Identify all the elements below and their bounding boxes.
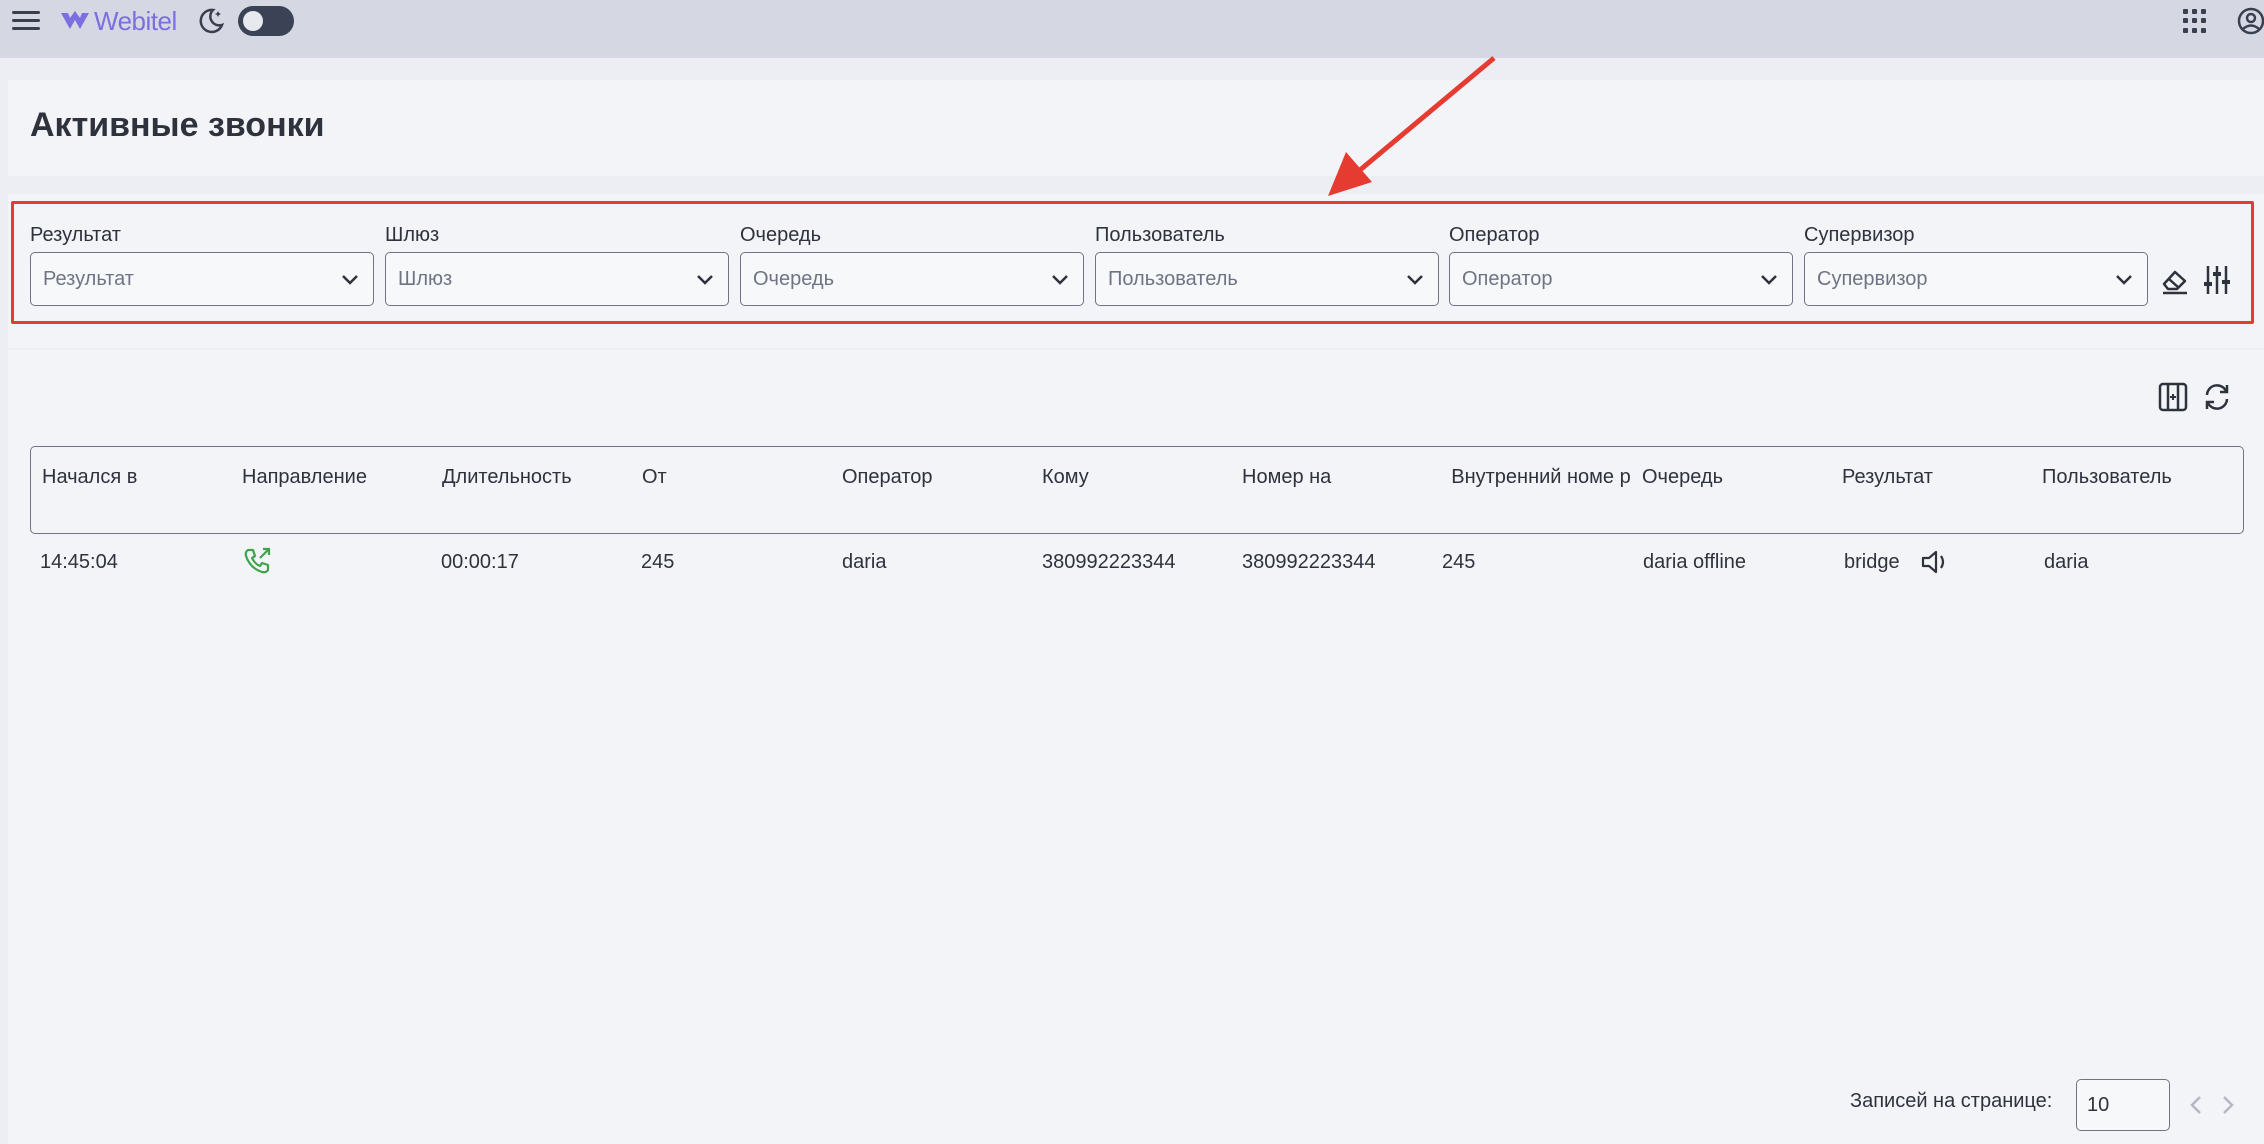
top-bar: Webitel: [0, 0, 2264, 58]
brand-name: Webitel: [94, 5, 177, 36]
cell-operator: daria: [842, 550, 887, 573]
page-size-label: Записей на странице:: [1850, 1090, 2053, 1112]
column-header-extension[interactable]: Внутренний номе р: [1447, 461, 1635, 493]
column-header-user[interactable]: Пользователь: [2042, 461, 2172, 493]
eraser-icon[interactable]: [2160, 266, 2190, 296]
account-icon[interactable]: [2236, 6, 2264, 36]
chevron-down-icon: [342, 275, 358, 285]
column-header-number-on[interactable]: Номер на: [1242, 461, 1331, 493]
column-header-direction[interactable]: Направление: [242, 461, 367, 493]
phone-outbound-icon: [244, 547, 271, 574]
operator-select[interactable]: Оператор: [1449, 252, 1793, 306]
queue-select[interactable]: Очередь: [740, 252, 1084, 306]
select-placeholder: Оператор: [1462, 267, 1553, 290]
select-placeholder: Супервизор: [1817, 267, 1928, 290]
column-header-queue[interactable]: Очередь: [1642, 461, 1723, 493]
column-header-operator[interactable]: Оператор: [842, 461, 933, 493]
cell-duration: 00:00:17: [441, 550, 519, 573]
select-placeholder: Очередь: [753, 267, 834, 290]
column-header-duration[interactable]: Длительность: [442, 461, 572, 493]
chevron-right-icon[interactable]: [2218, 1093, 2238, 1117]
cell-queue: daria offline: [1643, 550, 1747, 573]
moon-icon[interactable]: [196, 6, 226, 36]
filter-label: Очередь: [740, 224, 821, 246]
speaker-icon[interactable]: [1920, 548, 1950, 576]
gateway-select[interactable]: Шлюз: [385, 252, 729, 306]
filter-operator: Оператор Оператор: [1449, 222, 1793, 306]
filter-queue: Очередь Очередь: [740, 222, 1084, 306]
chevron-down-icon: [1407, 275, 1423, 285]
cell-started: 14:45:04: [40, 550, 118, 573]
select-placeholder: Результат: [43, 267, 134, 290]
user-select[interactable]: Пользователь: [1095, 252, 1439, 306]
page-title: Активные звонки: [30, 106, 325, 144]
column-header-started[interactable]: Начался в: [42, 461, 137, 493]
filter-result: Результат Результат: [30, 222, 374, 306]
sliders-icon[interactable]: [2202, 264, 2232, 296]
supervisor-select[interactable]: Супервизор: [1804, 252, 2148, 306]
chevron-down-icon: [697, 275, 713, 285]
filter-user: Пользователь Пользователь: [1095, 222, 1439, 306]
page-header: Активные звонки: [8, 80, 2264, 176]
theme-toggle[interactable]: [238, 6, 294, 36]
brand-logo[interactable]: Webitel: [60, 4, 177, 38]
webitel-logo-icon: [61, 11, 89, 29]
chevron-left-icon[interactable]: [2186, 1093, 2206, 1117]
page-size-input[interactable]: [2076, 1079, 2170, 1131]
cell-from: 245: [641, 550, 675, 573]
cell-extension: 245: [1442, 550, 1476, 573]
table-header: Начался в Направление Длительность От Оп…: [30, 446, 2244, 534]
column-header-to[interactable]: Кому: [1042, 461, 1089, 493]
filter-label: Оператор: [1449, 224, 1540, 246]
columns-icon[interactable]: [2158, 382, 2188, 412]
apps-grid-icon[interactable]: [2183, 9, 2207, 33]
cell-number-on: 380992223344: [1242, 550, 1376, 573]
cell-to: 380992223344: [1042, 550, 1176, 573]
chevron-down-icon: [1052, 275, 1068, 285]
cell-user: daria: [2044, 550, 2089, 573]
filter-supervisor: Супервизор Супервизор: [1804, 222, 2148, 306]
filter-label: Супервизор: [1804, 224, 1915, 246]
chevron-down-icon: [1761, 275, 1777, 285]
select-placeholder: Пользователь: [1108, 267, 1238, 290]
refresh-icon[interactable]: [2201, 381, 2233, 413]
cell-result: bridge: [1844, 550, 1900, 573]
filter-gateway: Шлюз Шлюз: [385, 222, 729, 306]
select-placeholder: Шлюз: [398, 267, 453, 290]
filter-label: Пользователь: [1095, 224, 1225, 246]
result-select[interactable]: Результат: [30, 252, 374, 306]
filter-label: Шлюз: [385, 224, 440, 246]
column-header-from[interactable]: От: [642, 461, 667, 493]
toggle-knob: [243, 11, 263, 31]
menu-icon[interactable]: [10, 6, 42, 36]
column-header-result[interactable]: Результат: [1842, 461, 1933, 493]
annotation-arrow: [1328, 56, 1496, 196]
chevron-down-icon: [2116, 275, 2132, 285]
filter-label: Результат: [30, 224, 121, 246]
